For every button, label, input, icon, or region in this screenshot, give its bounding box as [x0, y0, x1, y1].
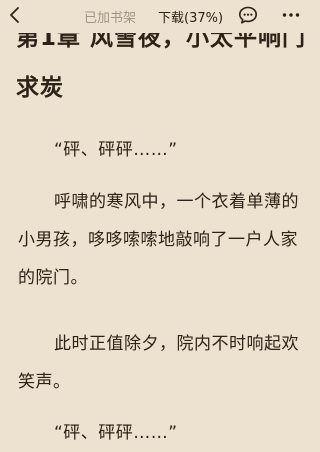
reader-content: 第1章 风雪夜，小太平响门 求炭 “砰、砰砰……” 呼啸的寒风中，一个衣着单薄的… [0, 0, 315, 444]
comment-button[interactable] [236, 3, 260, 27]
top-toolbar: 已加书架 下载(37%) [0, 0, 315, 33]
more-button[interactable] [279, 3, 303, 27]
chevron-left-icon [10, 7, 19, 23]
download-button[interactable]: 下载(37%) [158, 7, 223, 26]
comment-icon [239, 6, 257, 24]
paragraph: 此时正值除夕，院内不时响起欢笑声。 [18, 334, 299, 392]
chapter-title-continued: 求炭 [16, 75, 64, 101]
more-icon [282, 13, 300, 17]
paragraph: “砰、砰砰……” [54, 423, 178, 443]
paragraph: 呼啸的寒风中，一个衣着单薄的小男孩，哆哆嗦嗦地敲响了一户人家的院门。 [18, 192, 299, 288]
paragraph: “砰、砰砰……” [54, 140, 178, 160]
back-button[interactable] [3, 3, 27, 27]
added-to-shelf-label[interactable]: 已加书架 [84, 7, 136, 26]
